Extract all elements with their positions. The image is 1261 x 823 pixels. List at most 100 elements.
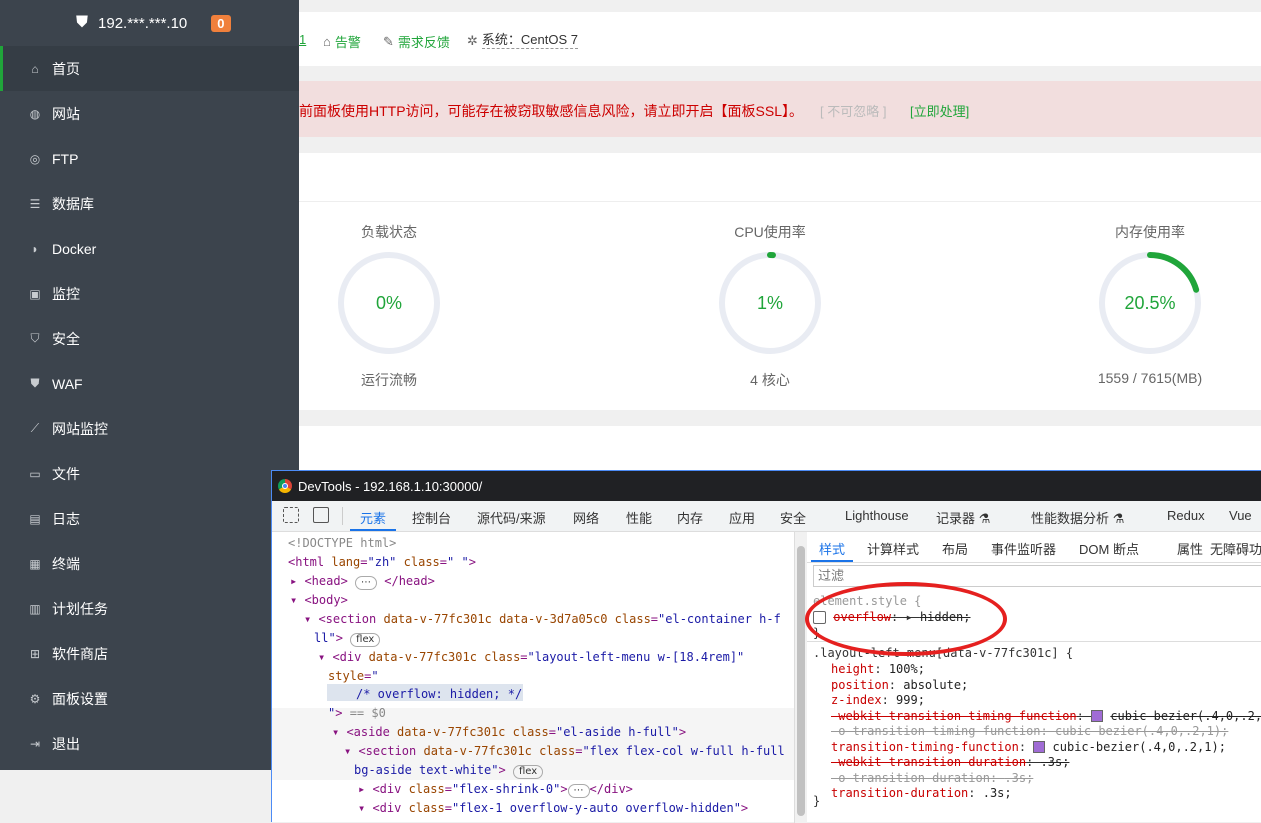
gauge-title: CPU使用率 (734, 224, 806, 240)
sidebar-item[interactable]: ⇥ 退出 (0, 721, 299, 766)
sidebar: ⛊ 192.***.***.10 0 ⌂ 首页 ◍ 网站 ◎ FTP ☰ 数据库 ◗ Docker… (0, 0, 299, 770)
dom-line[interactable]: ▾ <div class="flex-1 overflow-y-auto ove… (358, 799, 748, 817)
css-prop: height (831, 662, 875, 676)
dom-line[interactable]: ll"> flex (314, 629, 381, 647)
styles-tab[interactable]: 布局 (942, 539, 968, 558)
inspect-element-icon[interactable] (283, 507, 299, 523)
sidebar-item[interactable]: ⛉ 安全 (0, 316, 299, 361)
dom-line[interactable]: <html lang="zh" class=" "> (288, 553, 476, 571)
devtools-tab[interactable]: 控制台 (412, 508, 451, 527)
devtools-tab[interactable]: 安全 (780, 508, 806, 527)
styles-tab[interactable]: 样式 (819, 539, 845, 558)
alarm-link[interactable]: ⌂ 告警 (323, 32, 361, 51)
gauge-cpu[interactable]: CPU使用率 1% 4 核心 (700, 222, 840, 390)
sidebar-item[interactable]: ⊞ 软件商店 (0, 631, 299, 676)
sidebar-item[interactable]: ▭ 文件 (0, 451, 299, 496)
sidebar-item[interactable]: ▤ 日志 (0, 496, 299, 541)
sidebar-item-label: FTP (52, 150, 79, 167)
dom-line[interactable]: ▸ <head> ⋯ </head> (290, 572, 435, 590)
ellipsis-pill[interactable]: ⋯ (567, 784, 590, 798)
devtools-tab[interactable]: Lighthouse (845, 508, 909, 523)
sidebar-item[interactable]: ▥ 计划任务 (0, 586, 299, 631)
css-prop: z-index (831, 693, 882, 707)
easing-swatch-icon[interactable] (1091, 710, 1104, 722)
active-styles-tab-indicator (811, 560, 853, 562)
edit-icon: ✎ (383, 33, 394, 49)
css-declaration[interactable]: -o-transition-duration: .3s; (831, 771, 1033, 786)
dom-line[interactable]: ▾ <section data-v-77fc301c class="flex f… (344, 742, 785, 760)
sidebar-item[interactable]: ⟋ 网站监控 (0, 406, 299, 451)
scrollbar-thumb[interactable] (797, 546, 805, 816)
css-declaration[interactable]: transition-duration: .3s; (831, 786, 1012, 801)
sidebar-item[interactable]: ⚙ 面板设置 (0, 676, 299, 721)
easing-swatch-icon[interactable] (1033, 741, 1046, 753)
elements-scrollbar[interactable] (794, 532, 807, 823)
styles-tab[interactable]: 计算样式 (867, 539, 919, 558)
devtools-tab[interactable]: 网络 (573, 508, 599, 527)
devtools-tab[interactable]: 内存 (677, 508, 703, 527)
dom-line[interactable]: ▾ <section data-v-77fc301c data-v-3d7a05… (304, 610, 781, 628)
dom-line[interactable]: /* overflow: hidden; */ (356, 685, 522, 703)
devtools-tab[interactable]: Vue (1229, 508, 1252, 523)
waf-icon: ⛊ (30, 376, 40, 390)
dom-line[interactable]: <!DOCTYPE html> (288, 534, 396, 552)
alert-text: 前面板使用HTTP访问，可能存在被窃取敏感信息风险，请立即开启【面板SSL】。 (299, 103, 804, 119)
css-val: absolute; (903, 677, 969, 692)
devtools-tab[interactable]: 应用 (729, 508, 755, 527)
dom-line[interactable]: ▸ <div class="flex-shrink-0"> ⋯ </div> (358, 780, 633, 798)
sidebar-item-label: 监控 (52, 285, 80, 302)
devtools-tab[interactable]: 性能数据分析 ⚗ (1031, 508, 1124, 527)
system-info[interactable]: ✲ 系统：CentOS 7 (467, 32, 578, 49)
sidebar-item[interactable]: ▣ 监控 (0, 271, 299, 316)
sidebar-item[interactable]: ⌂ 首页 (0, 46, 299, 91)
sidebar-item[interactable]: ☰ 数据库 (0, 181, 299, 226)
css-declaration[interactable]: transition-timing-function: cubic-bezier… (831, 740, 1226, 755)
toolbar-divider (342, 507, 343, 525)
devtools-tab[interactable]: 元素 (360, 508, 386, 527)
gauge-ring: 20.5% (1099, 252, 1201, 354)
devtools-tab[interactable]: 源代码/来源 (477, 508, 546, 527)
ellipsis-pill[interactable]: ⋯ (355, 576, 378, 590)
gauge-memory[interactable]: 内存使用率 20.5% 1559 / 7615(MB) (1080, 222, 1220, 386)
styles-tab[interactable]: 属性 (1177, 539, 1203, 558)
sidebar-item-label: 终端 (52, 555, 80, 572)
dom-line[interactable]: style=" (328, 667, 379, 685)
dom-line[interactable]: ▾ <aside data-v-77fc301c class="el-aside… (332, 723, 686, 741)
gauge-title: 内存使用率 (1115, 224, 1185, 240)
sidebar-item[interactable]: ◗ Docker (0, 226, 299, 271)
notification-badge[interactable]: 0 (211, 14, 231, 32)
sidebar-item[interactable]: ◎ FTP (0, 136, 299, 181)
styles-tab[interactable]: 无障碍功 (1210, 539, 1261, 558)
devtools-tabbar: 元素 控制台 源代码/来源 网络 性能 内存 应用 安全 Lighthouse 记录器 ⚗ 性能数据… (272, 501, 1261, 532)
dom-line[interactable]: "> == $0 (328, 704, 386, 722)
gauge-ring: 1% (719, 252, 821, 354)
flex-pill[interactable]: flex (350, 633, 381, 647)
css-val: .3s; (1040, 755, 1070, 769)
dom-line[interactable]: bg-aside text-white"> flex (354, 761, 544, 779)
css-declaration[interactable]: -o-transition-timing-function: cubic-bez… (831, 724, 1228, 739)
logout-icon: ⇥ (29, 736, 41, 751)
flex-pill[interactable]: flex (512, 765, 544, 779)
devtools-tab[interactable]: Redux (1167, 508, 1205, 523)
dom-line[interactable]: ▾ <div data-v-77fc301c class="layout-lef… (318, 648, 744, 666)
css-val: .3s; (982, 786, 1012, 800)
feedback-link[interactable]: ✎ 需求反馈 (383, 32, 450, 51)
gauge-load[interactable]: 负载状态 0% 运行流畅 (319, 222, 459, 390)
alert-action-link[interactable]: [立即处理] (910, 101, 969, 120)
device-toolbar-icon[interactable] (313, 507, 329, 523)
css-declaration[interactable]: -webkit-transition-duration: .3s; (831, 755, 1069, 770)
styles-tab[interactable]: 事件监听器 (991, 539, 1056, 558)
dom-line[interactable]: ▾ <body> (290, 591, 348, 609)
sidebar-item[interactable]: ◍ 网站 (0, 91, 299, 136)
styles-tab[interactable]: DOM 断点 (1079, 539, 1139, 558)
css-declaration[interactable]: -webkit-transition-timing-function: cubi… (831, 709, 1261, 724)
sidebar-item[interactable]: ⛊ WAF (0, 361, 299, 406)
topbar-fragment[interactable]: 1 (299, 32, 306, 47)
css-declaration[interactable]: z-index: 999; (831, 693, 925, 708)
css-declaration[interactable]: height: 100%; (831, 662, 925, 677)
devtools-window: DevTools - 192.168.1.10:30000/ 元素 控制台 源代码/… (271, 470, 1261, 823)
devtools-tab[interactable]: 性能 (626, 508, 652, 527)
devtools-tab[interactable]: 记录器 ⚗ (936, 508, 990, 527)
sidebar-item[interactable]: ▦ 终端 (0, 541, 299, 586)
css-declaration[interactable]: position: absolute; (831, 678, 968, 693)
